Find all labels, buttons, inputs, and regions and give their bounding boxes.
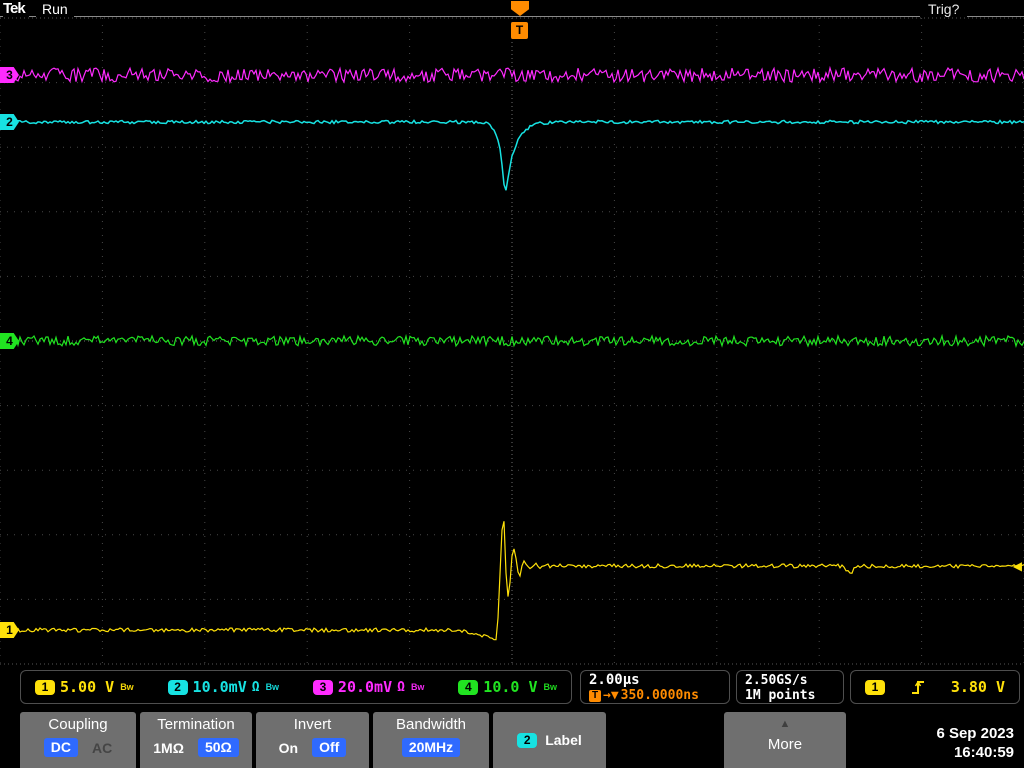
- timebase-readout[interactable]: 2.00µs T →▼ 350.0000ns: [580, 670, 730, 704]
- date: 6 Sep 2023: [936, 725, 1014, 742]
- ch3-bandwidth-icon: Bw: [410, 682, 425, 692]
- coupling-button[interactable]: Coupling DC AC: [20, 712, 136, 768]
- ch3-impedance: Ω: [397, 679, 405, 695]
- soft-menu-bar: Coupling DC AC Termination 1MΩ 50Ω Inver…: [0, 712, 1024, 768]
- invert-title: Invert: [293, 716, 332, 733]
- ch2-impedance: Ω: [251, 679, 260, 695]
- trace: [0, 521, 1024, 641]
- ch4-scale: 10.0 V: [483, 678, 538, 696]
- ch1-scale: 5.00 V: [60, 678, 115, 696]
- ch2-badge: 2: [167, 679, 188, 695]
- ch4-badge: 4: [458, 679, 479, 695]
- ch3-scale: 20.0mV: [337, 678, 393, 696]
- termination-1mohm-option[interactable]: 1MΩ: [153, 740, 184, 756]
- trigger-slope-icon: [911, 680, 924, 694]
- ch2-scale: 10.0mV: [192, 678, 247, 696]
- ch1-badge: 1: [35, 679, 55, 695]
- trigger-position-icon[interactable]: [511, 1, 529, 16]
- record-length: 1M points: [745, 688, 816, 703]
- acquisition-status: Run: [36, 1, 74, 17]
- bandwidth-20mhz-option[interactable]: 20MHz: [401, 738, 461, 757]
- more-button[interactable]: ▲ More: [724, 712, 846, 768]
- label-text: Label: [545, 732, 582, 748]
- ch1-level-arrow-icon: ◀: [1012, 559, 1022, 573]
- coupling-title: Coupling: [48, 716, 108, 733]
- more-up-arrow-icon: ▲: [779, 718, 791, 730]
- waveform-display: [0, 17, 1024, 665]
- ch3-badge: 3: [312, 679, 333, 695]
- status-bar: 1 5.00 V Bw 2 10.0mV Ω Bw 3 20.0mV Ω Bw …: [0, 668, 1024, 708]
- trigger-position-readout: T →▼ 350.0000ns: [589, 688, 721, 703]
- ch4-bandwidth-icon: Bw: [543, 682, 557, 692]
- trigger-source-badge: 1: [865, 679, 885, 695]
- channel-readouts-box: 1 5.00 V Bw 2 10.0mV Ω Bw 3 20.0mV Ω Bw …: [20, 670, 572, 704]
- top-bar: Tek Run Trig?: [0, 0, 1024, 18]
- coupling-dc-option[interactable]: DC: [43, 738, 78, 757]
- bandwidth-title: Bandwidth: [395, 716, 467, 733]
- more-text: More: [767, 736, 803, 753]
- brand-logo: Tek: [3, 0, 29, 17]
- invert-button[interactable]: Invert On Off: [256, 712, 369, 768]
- ch1-bandwidth-icon: Bw: [120, 682, 134, 692]
- ch2-bandwidth-icon: Bw: [265, 682, 280, 692]
- termination-button[interactable]: Termination 1MΩ 50Ω: [140, 712, 252, 768]
- label-button[interactable]: 2 Label: [493, 712, 606, 768]
- coupling-ac-option[interactable]: AC: [92, 740, 112, 756]
- header-divider: [0, 16, 1024, 17]
- sample-rate: 2.50GS/s: [745, 673, 808, 688]
- trigger-status: Trig?: [920, 1, 968, 17]
- time: 16:40:59: [953, 744, 1014, 761]
- trigger-t-icon: T: [589, 689, 601, 702]
- invert-on-option[interactable]: On: [279, 740, 298, 756]
- label-ch2-badge: 2: [517, 732, 538, 748]
- ch4-readout[interactable]: 4 10.0 V Bw: [458, 678, 557, 696]
- datetime: 6 Sep 2023 16:40:59: [936, 724, 1014, 762]
- termination-50ohm-option[interactable]: 50Ω: [197, 738, 239, 757]
- trigger-arrow-icon: →▼: [603, 688, 619, 703]
- ch2-readout[interactable]: 2 10.0mV Ω Bw: [167, 678, 280, 696]
- acquisition-readout[interactable]: 2.50GS/s 1M points: [736, 670, 844, 704]
- ch3-readout[interactable]: 3 20.0mV Ω Bw: [312, 678, 425, 696]
- ch1-readout[interactable]: 1 5.00 V Bw: [35, 678, 134, 696]
- trigger-position-value: 350.0000ns: [620, 688, 699, 703]
- bandwidth-button[interactable]: Bandwidth 20MHz: [373, 712, 489, 768]
- trigger-readout[interactable]: 1 3.80 V: [850, 670, 1020, 704]
- termination-title: Termination: [157, 716, 235, 733]
- trigger-level: 3.80 V: [950, 678, 1005, 696]
- invert-off-option[interactable]: Off: [312, 738, 347, 757]
- oscilloscope-screen: Tek Run Trig? T 3 2 4 1 ◀ 1 5.00 V Bw 2 10.…: [0, 0, 1024, 768]
- trigger-flag-icon[interactable]: T: [511, 22, 528, 39]
- timebase-scale: 2.00µs: [589, 672, 640, 688]
